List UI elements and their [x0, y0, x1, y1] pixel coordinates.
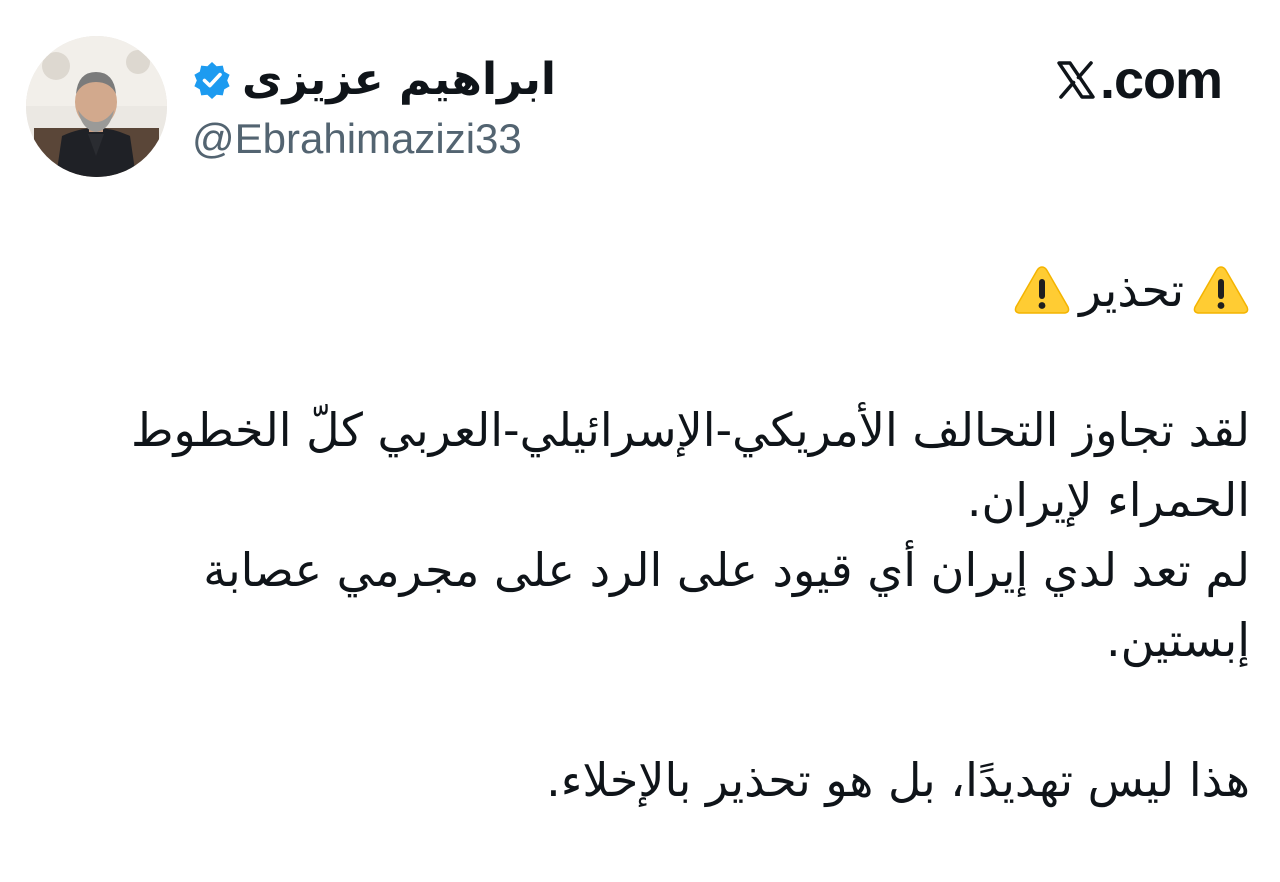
author-name-row[interactable]: ابراهیم عزیزی [192, 54, 556, 106]
tweet-line: الحمراء لإيران. [966, 473, 1250, 527]
author-name[interactable]: ابراهیم عزیزی [242, 54, 556, 106]
avatar-photo [26, 36, 167, 177]
tweet-line: هذا ليس تهديدًا، بل هو تحذير بالإخلاء. [546, 753, 1250, 807]
tweet-heading: تحذير [1079, 263, 1184, 317]
tweet-heading-line: تحذير [50, 255, 1250, 325]
avatar[interactable] [26, 36, 167, 177]
tweet-text: تحذير لقد تجاوز التحالف الأمريكي-الإسرائ… [50, 255, 1250, 815]
author-handle[interactable]: @Ebrahimazizi33 [192, 114, 522, 164]
tweet-screenshot: ابراهیم عزیزی @Ebrahimazizi33 .com تحذير… [0, 0, 1280, 882]
x-logo-icon [1056, 60, 1096, 100]
warning-icon [1192, 264, 1250, 316]
site-badge[interactable]: .com [1056, 50, 1223, 110]
tweet-line: لقد تجاوز التحالف الأمريكي-الإسرائيلي-ال… [130, 403, 1250, 457]
tweet-line: إبستين. [1105, 613, 1250, 667]
tweet-line: لم تعد لدي إيران أي قيود على الرد على مج… [203, 543, 1250, 597]
site-domain: .com [1099, 50, 1223, 110]
warning-icon [1013, 264, 1071, 316]
verified-badge-icon [192, 60, 232, 100]
